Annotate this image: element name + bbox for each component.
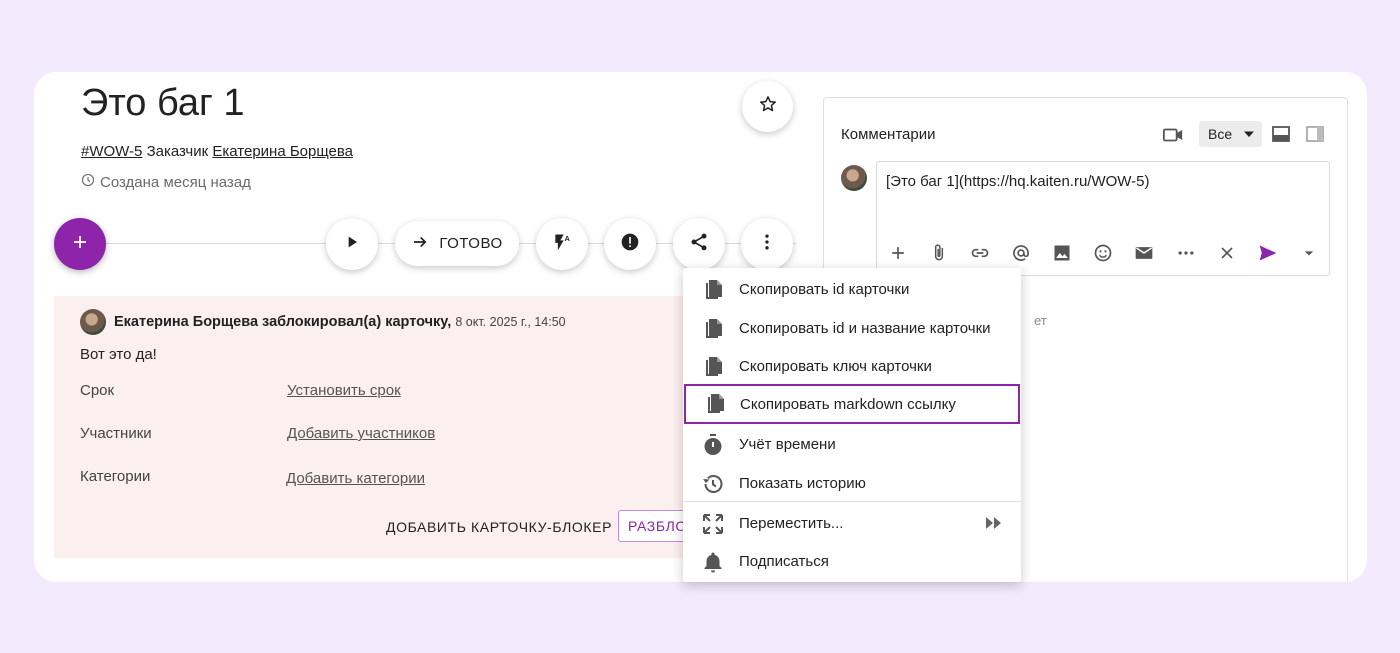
- add-members-link[interactable]: Добавить участников: [287, 425, 435, 442]
- alert-icon: [620, 232, 640, 257]
- emoji-icon[interactable]: [1092, 242, 1114, 264]
- add-button[interactable]: [54, 218, 106, 270]
- blocked-panel: Екатерина Борщева заблокировал(а) карточ…: [54, 296, 728, 558]
- set-due-link[interactable]: Установить срок: [287, 382, 401, 399]
- add-blocker-button[interactable]: ДОБАВИТЬ КАРТОЧКУ-БЛОКЕР: [386, 519, 612, 535]
- more-button[interactable]: [741, 218, 793, 270]
- block-header: Екатерина Борщева заблокировал(а) карточ…: [114, 314, 566, 330]
- categories-label: Категории: [80, 468, 151, 485]
- block-reason: Вот это да!: [80, 346, 157, 363]
- copy-icon: [701, 317, 725, 341]
- close-icon[interactable]: [1216, 242, 1238, 264]
- image-icon[interactable]: [1051, 242, 1073, 264]
- menu-item-show-history[interactable]: Показать историю: [683, 464, 1021, 502]
- customer-link[interactable]: Екатерина Борщева: [212, 143, 353, 160]
- done-button[interactable]: ГОТОВО: [395, 221, 519, 266]
- comments-filter-select[interactable]: Все: [1199, 121, 1262, 147]
- share-button[interactable]: [673, 218, 725, 270]
- menu-item-move[interactable]: Переместить...: [683, 504, 1021, 542]
- attach-icon[interactable]: [928, 242, 950, 264]
- comment-toolbar: [877, 242, 1329, 268]
- members-label: Участники: [80, 425, 152, 442]
- card-meta: #WOW-5 Заказчик Екатерина Борщева: [81, 143, 353, 160]
- avatar: [841, 165, 867, 191]
- share-icon: [689, 232, 709, 257]
- caret-down-icon[interactable]: [1298, 242, 1320, 264]
- menu-item-label: Переместить...: [739, 514, 844, 532]
- clock-icon: [81, 173, 95, 191]
- menu-item-copy-id[interactable]: Скопировать id карточки: [683, 270, 1021, 308]
- menu-divider: [683, 501, 1021, 502]
- email-icon[interactable]: [1133, 242, 1155, 264]
- history-icon: [701, 472, 725, 496]
- comment-draft[interactable]: [Это баг 1](https://hq.kaiten.ru/WOW-5): [886, 173, 1150, 190]
- menu-item-copy-id-and-title[interactable]: Скопировать id и название карточки: [683, 309, 1021, 347]
- play-icon: [342, 232, 362, 257]
- favorite-button[interactable]: [742, 81, 793, 132]
- layout-side-icon[interactable]: [1306, 126, 1324, 142]
- video-icon[interactable]: [1162, 124, 1184, 146]
- created-info: Создана месяц назад: [81, 173, 251, 191]
- copy-icon: [701, 355, 725, 379]
- card-actions-menu: Скопировать id карточки Скопировать id и…: [683, 268, 1021, 582]
- menu-item-label: Учёт времени: [739, 435, 836, 453]
- menu-item-copy-markdown-link[interactable]: Скопировать markdown ссылку: [684, 384, 1020, 424]
- block-date: 8 окт. 2025 г., 14:50: [455, 315, 566, 329]
- menu-item-label: Скопировать id карточки: [739, 280, 910, 298]
- comments-title: Комментарии: [841, 126, 936, 143]
- copy-icon: [701, 278, 725, 302]
- more-horiz-icon[interactable]: [1175, 242, 1197, 264]
- menu-item-label: Скопировать markdown ссылку: [740, 395, 956, 413]
- menu-item-label: Скопировать ключ карточки: [739, 357, 932, 375]
- block-author: Екатерина Борщева: [114, 314, 259, 330]
- comment-input[interactable]: [Это баг 1](https://hq.kaiten.ru/WOW-5): [876, 161, 1330, 276]
- done-label: ГОТОВО: [439, 235, 503, 252]
- send-icon[interactable]: [1257, 242, 1279, 264]
- customer-label: Заказчик: [146, 143, 209, 160]
- block-card-button[interactable]: [604, 218, 656, 270]
- start-button[interactable]: [326, 218, 378, 270]
- arrow-right-icon: [411, 233, 429, 255]
- mention-icon[interactable]: [1010, 242, 1032, 264]
- add-categories-link[interactable]: Добавить категории: [286, 470, 425, 487]
- created-text: Создана месяц назад: [100, 173, 251, 191]
- svg-text:A: A: [565, 234, 571, 243]
- card-id-link[interactable]: #WOW-5: [81, 143, 142, 160]
- timer-icon: [701, 433, 725, 457]
- avatar: [80, 309, 106, 335]
- due-label: Срок: [80, 382, 115, 399]
- menu-item-copy-key[interactable]: Скопировать ключ карточки: [683, 347, 1021, 385]
- comments-empty-hint: ет: [1034, 313, 1047, 328]
- flash-auto-icon: A: [552, 232, 572, 257]
- copy-icon: [703, 392, 727, 416]
- card-title[interactable]: Это баг 1: [81, 82, 245, 125]
- menu-item-label: Подписаться: [739, 552, 829, 570]
- more-vert-icon: [757, 232, 777, 257]
- link-icon[interactable]: [969, 242, 991, 264]
- menu-item-time-tracking[interactable]: Учёт времени: [683, 425, 1021, 463]
- menu-item-label: Показать историю: [739, 474, 866, 492]
- menu-item-label: Скопировать id и название карточки: [739, 319, 991, 337]
- layout-bottom-icon[interactable]: [1272, 126, 1290, 142]
- star-icon: [758, 94, 778, 119]
- move-icon: [701, 512, 725, 536]
- plus-icon[interactable]: [887, 242, 909, 264]
- block-action: заблокировал(а) карточку,: [262, 314, 452, 330]
- filter-value: Все: [1208, 126, 1233, 142]
- automation-button[interactable]: A: [536, 218, 588, 270]
- menu-item-subscribe[interactable]: Подписаться: [683, 542, 1021, 580]
- bell-icon: [701, 550, 725, 574]
- caret-down-icon: [1244, 126, 1255, 142]
- plus-icon: [71, 233, 89, 256]
- submenu-arrow-icon: [985, 515, 1003, 531]
